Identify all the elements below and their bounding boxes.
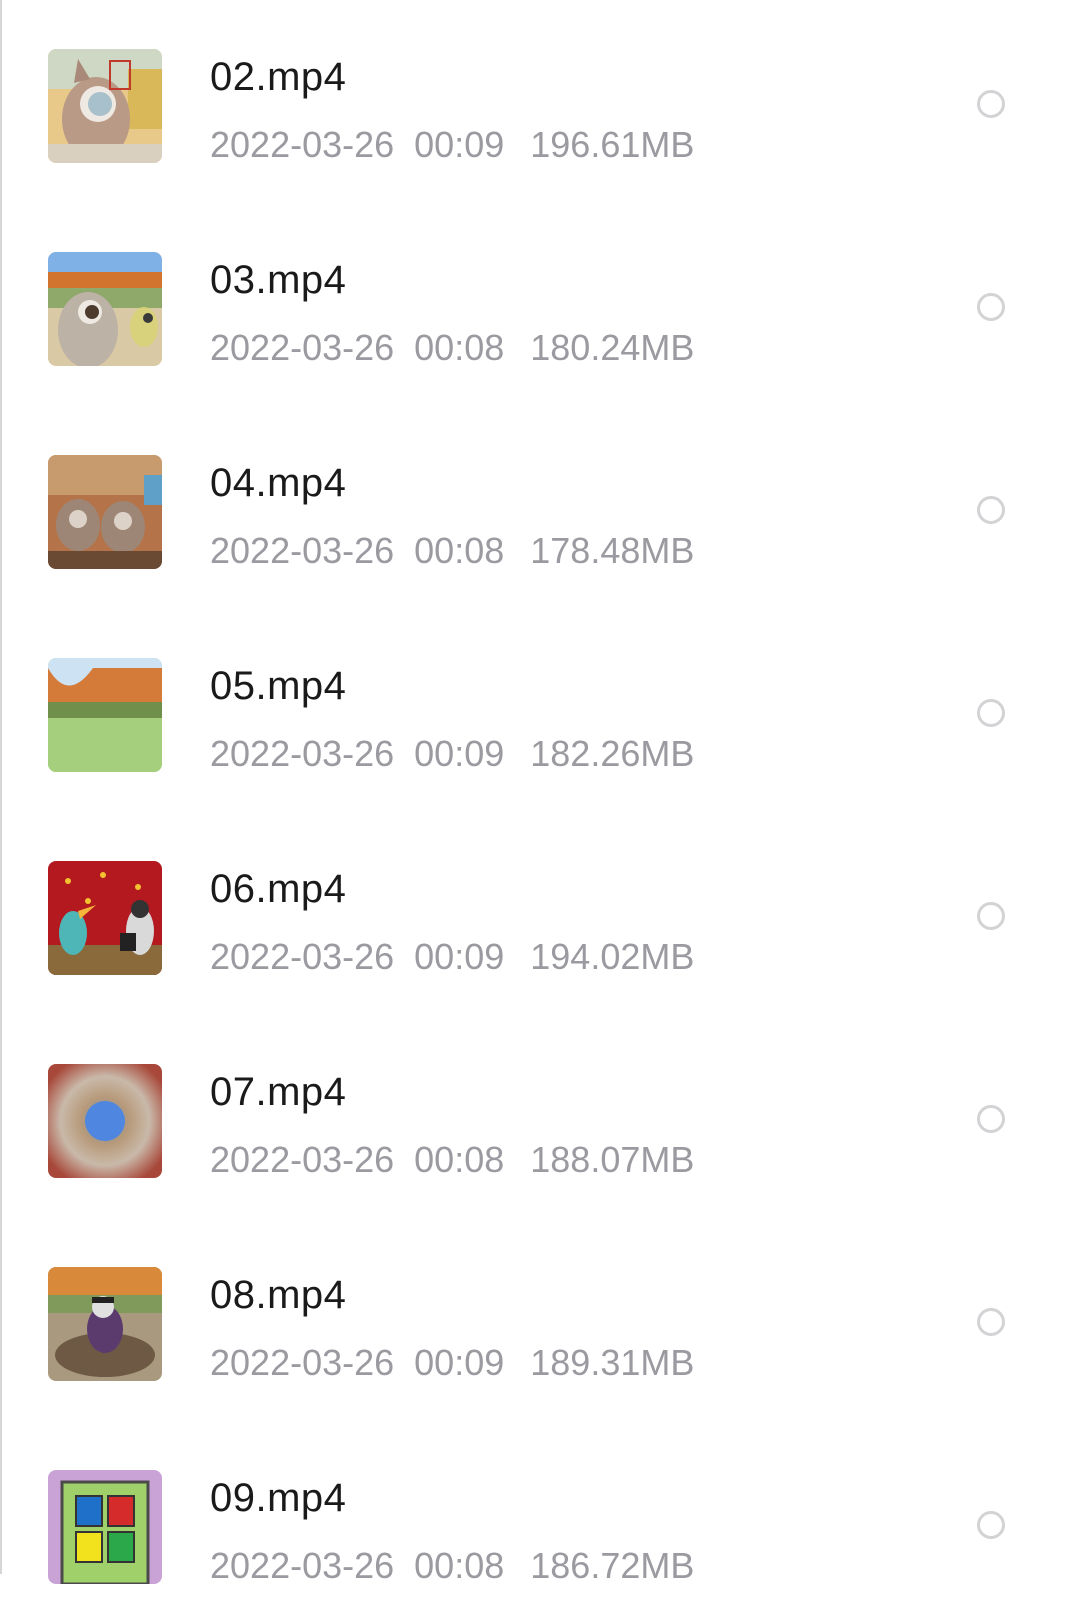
file-time: 00:08 [414,1139,505,1180]
file-time: 00:08 [414,530,505,571]
file-size: 180.24MB [530,327,695,368]
file-meta: 2022-03-26 00:08 180.24MB [210,327,694,369]
select-radio[interactable] [977,902,1005,930]
select-radio[interactable] [977,699,1005,727]
video-thumbnail [48,455,162,569]
file-name: 08.mp4 [210,1273,347,1317]
file-date: 2022-03-26 [210,1342,395,1383]
list-item[interactable]: 04.mp4 2022-03-26 00:08 178.48MB [0,406,1080,609]
file-name: 09.mp4 [210,1476,347,1520]
file-date: 2022-03-26 [210,1545,395,1586]
file-meta: 2022-03-26 00:09 196.61MB [210,124,694,166]
select-radio[interactable] [977,1105,1005,1133]
file-date: 2022-03-26 [210,124,395,165]
video-thumbnail [48,861,162,975]
file-size: 186.72MB [530,1545,695,1586]
list-item[interactable]: 02.mp4 2022-03-26 00:09 196.61MB [0,0,1080,203]
file-date: 2022-03-26 [210,530,395,571]
list-item[interactable]: 03.mp4 2022-03-26 00:08 180.24MB [0,203,1080,406]
file-meta: 2022-03-26 00:08 178.48MB [210,530,694,572]
file-name: 05.mp4 [210,664,347,708]
video-thumbnail [48,658,162,772]
select-radio[interactable] [977,1308,1005,1336]
select-radio[interactable] [977,293,1005,321]
file-time: 00:09 [414,1342,505,1383]
file-date: 2022-03-26 [210,327,395,368]
video-thumbnail [48,252,162,366]
video-thumbnail [48,1267,162,1381]
file-meta: 2022-03-26 00:09 194.02MB [210,936,694,978]
file-time: 00:09 [414,124,505,165]
file-size: 196.61MB [530,124,695,165]
file-meta: 2022-03-26 00:09 189.31MB [210,1342,694,1384]
file-size: 182.26MB [530,733,695,774]
file-name: 06.mp4 [210,867,347,911]
file-size: 188.07MB [530,1139,695,1180]
video-thumbnail [48,49,162,163]
file-size: 189.31MB [530,1342,695,1383]
file-meta: 2022-03-26 00:08 186.72MB [210,1545,694,1587]
file-meta: 2022-03-26 00:08 188.07MB [210,1139,694,1181]
file-time: 00:09 [414,733,505,774]
video-thumbnail [48,1064,162,1178]
select-radio[interactable] [977,496,1005,524]
file-meta: 2022-03-26 00:09 182.26MB [210,733,694,775]
list-item[interactable]: 09.mp4 2022-03-26 00:08 186.72MB [0,1421,1080,1624]
file-size: 178.48MB [530,530,695,571]
file-name: 04.mp4 [210,461,347,505]
file-date: 2022-03-26 [210,733,395,774]
file-size: 194.02MB [530,936,695,977]
file-time: 00:08 [414,1545,505,1586]
file-name: 02.mp4 [210,55,347,99]
list-item[interactable]: 06.mp4 2022-03-26 00:09 194.02MB [0,812,1080,1015]
list-item[interactable]: 07.mp4 2022-03-26 00:08 188.07MB [0,1015,1080,1218]
file-time: 00:08 [414,327,505,368]
file-name: 07.mp4 [210,1070,347,1114]
file-name: 03.mp4 [210,258,347,302]
list-item[interactable]: 05.mp4 2022-03-26 00:09 182.26MB [0,609,1080,812]
select-radio[interactable] [977,90,1005,118]
video-thumbnail [48,1470,162,1584]
file-date: 2022-03-26 [210,1139,395,1180]
select-radio[interactable] [977,1511,1005,1539]
file-time: 00:09 [414,936,505,977]
list-item[interactable]: 08.mp4 2022-03-26 00:09 189.31MB [0,1218,1080,1421]
file-date: 2022-03-26 [210,936,395,977]
